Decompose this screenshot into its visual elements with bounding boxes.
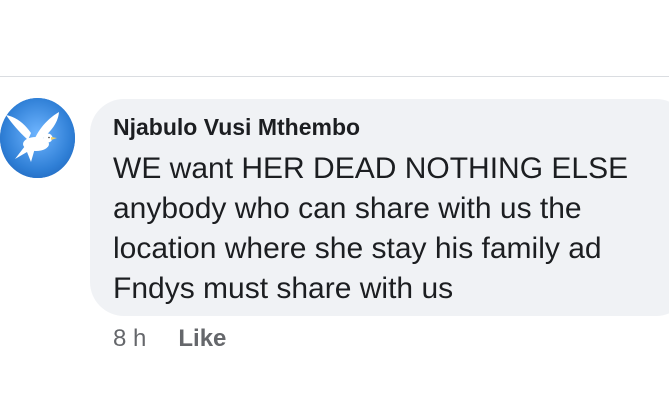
comment-meta: 8 h Like	[113, 322, 226, 356]
dove-icon	[0, 98, 75, 178]
comment-bubble: Njabulo Vusi Mthembo WE want HER DEAD NO…	[90, 99, 669, 316]
divider	[0, 76, 669, 77]
comment-line-1: WE want HER DEAD NOTHING ELSE	[113, 152, 629, 185]
like-button[interactable]: Like	[178, 325, 226, 353]
avatar[interactable]	[0, 98, 75, 178]
comment-timestamp[interactable]: 8 h	[113, 325, 146, 353]
comment-body: WE want HER DEAD NOTHING ELSE anybody wh…	[113, 149, 669, 309]
comment-author[interactable]: Njabulo Vusi Mthembo	[113, 113, 666, 143]
comment-line-2: anybody who can share with us the	[113, 192, 582, 225]
comment-view: Njabulo Vusi Mthembo WE want HER DEAD NO…	[0, 0, 669, 400]
comment-line-3: location where she stay his family ad	[113, 232, 602, 265]
comment-line-4: Fndys must share with us	[113, 272, 454, 305]
